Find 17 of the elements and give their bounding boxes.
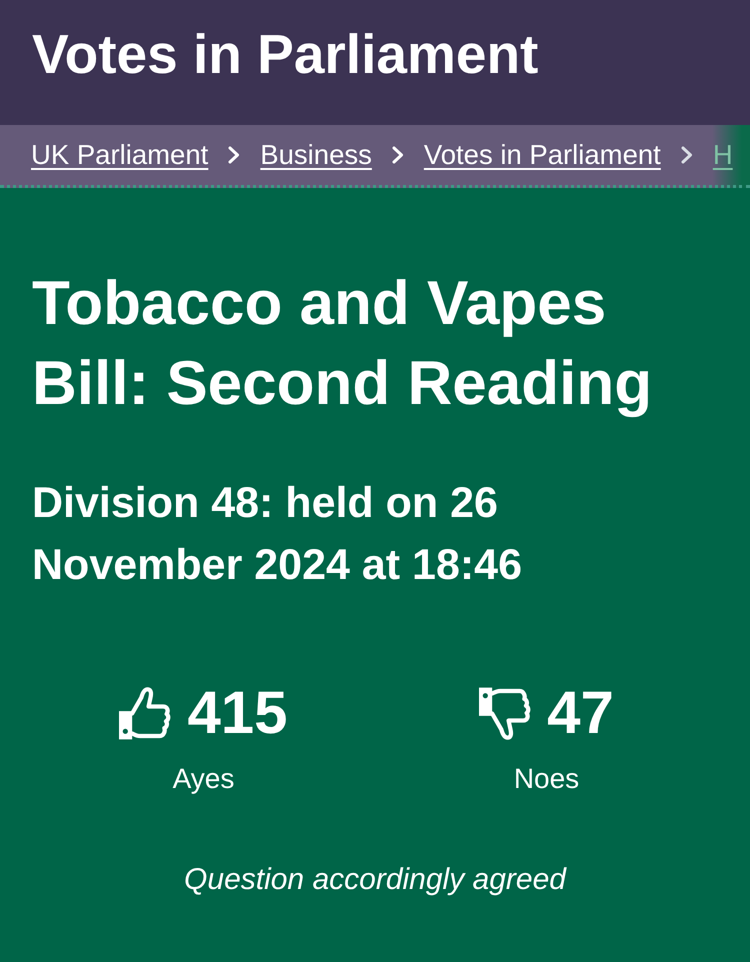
division-date: Division 48: held on 26 November 2024 at 18:46: [32, 478, 524, 591]
vote-label: Noes: [514, 762, 580, 796]
chevron-right-icon: [228, 146, 240, 164]
vote-count: 47: [547, 683, 614, 743]
vote-label: Ayes: [172, 762, 234, 796]
thumbs-up-icon: [119, 684, 174, 742]
chevron-right-icon: [680, 146, 693, 164]
breadcrumb-link[interactable]: Votes in Parliament: [424, 138, 661, 172]
division-title: Tobacco and Vapes Bill: Second Reading: [32, 268, 654, 420]
thumbs-down-icon: [479, 684, 534, 742]
breadcrumb-link[interactable]: UK Parliament: [31, 138, 208, 172]
chevron-right-icon: [392, 146, 404, 164]
vote-count: 415: [187, 683, 288, 743]
division-result: Question accordingly agreed: [184, 863, 566, 896]
page-title: Votes in Parliament: [32, 24, 538, 84]
breadcrumb-link[interactable]: H: [712, 138, 733, 172]
breadcrumb-link[interactable]: Business: [260, 138, 372, 172]
